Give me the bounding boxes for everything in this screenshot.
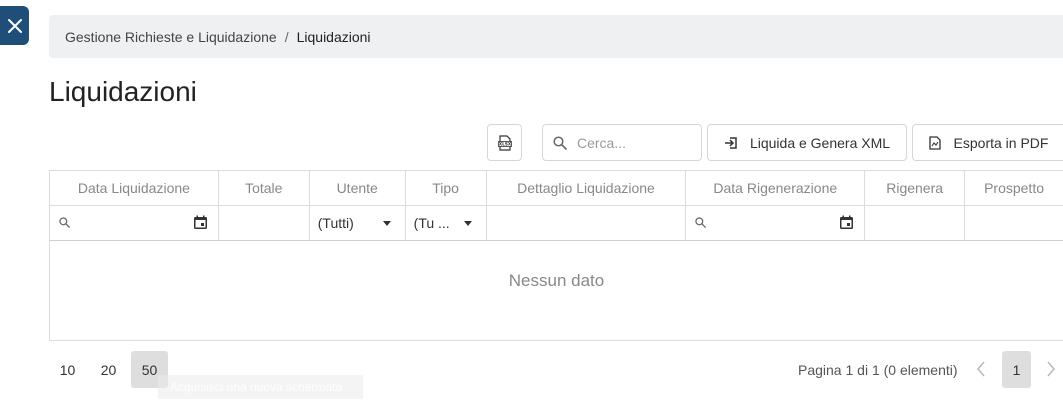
next-page-button[interactable] [1040, 355, 1062, 383]
page-title: Liquidazioni [49, 76, 197, 107]
column-header-utente[interactable]: Utente [310, 171, 406, 205]
chevron-left-icon [976, 361, 985, 377]
column-header-prospetto[interactable]: Prospetto [965, 171, 1063, 205]
pager-info: Pagina 1 di 1 (0 elementi) [798, 362, 958, 378]
filter-totale[interactable] [219, 206, 310, 240]
chevron-down-icon [382, 221, 391, 226]
filter-utente-select[interactable]: (Tutti) [310, 206, 406, 240]
breadcrumb-parent-link[interactable]: Gestione Richieste e Liquidazione [65, 29, 277, 45]
prev-page-button[interactable] [970, 355, 992, 383]
filter-rigenera [865, 206, 966, 240]
close-button[interactable] [0, 6, 29, 45]
column-header-rigenera[interactable]: Rigenera [865, 171, 966, 205]
grid-header-row: Data Liquidazione Totale Utente Tipo Det… [50, 171, 1063, 206]
liquida-button-label: Liquida e Genera XML [749, 134, 891, 151]
column-header-data-liquidazione[interactable]: Data Liquidazione [50, 171, 219, 205]
search-icon [553, 135, 567, 150]
data-grid: Data Liquidazione Totale Utente Tipo Det… [49, 170, 1063, 341]
calendar-icon[interactable] [839, 215, 854, 230]
esporta-button-label: Esporta in PDF [953, 134, 1049, 151]
grid-filter-row: (Tutti) (Tu ... [50, 206, 1063, 241]
chevron-right-icon [1047, 361, 1056, 377]
breadcrumb: Gestione Richieste e Liquidazione / Liqu… [49, 15, 1063, 58]
filter-data-rigenerazione[interactable] [686, 206, 866, 240]
breadcrumb-separator: / [284, 28, 289, 45]
page-button-current[interactable]: 1 [1002, 351, 1031, 388]
filter-data-liquidazione[interactable] [50, 206, 219, 240]
esporta-pdf-button[interactable]: Esporta in PDF [912, 124, 1063, 161]
column-header-data-rigenerazione[interactable]: Data Rigenerazione [686, 171, 866, 205]
column-header-dettaglio-liquidazione[interactable]: Dettaglio Liquidazione [487, 171, 687, 205]
page-size-20[interactable]: 20 [90, 351, 127, 388]
xlsx-file-icon: XLSX [497, 134, 512, 151]
no-data-message: Nessun dato [508, 271, 605, 290]
calendar-icon[interactable] [193, 215, 208, 230]
filter-dettaglio-liquidazione [487, 206, 687, 240]
filter-tipo-value: (Tu ... [413, 215, 450, 231]
filter-prospetto [965, 206, 1063, 240]
filter-tipo-select[interactable]: (Tu ... [406, 206, 487, 240]
page-size-10[interactable]: 10 [49, 351, 86, 388]
export-xlsx-button[interactable]: XLSX [487, 124, 522, 161]
close-icon [7, 18, 22, 33]
screenshot-tooltip: Acquisisci una nuova schermata [158, 375, 363, 399]
breadcrumb-current: Liquidazioni [296, 28, 371, 45]
page-size-selector: 10 20 50 [49, 351, 172, 388]
liquida-genera-xml-button[interactable]: Liquida e Genera XML [707, 124, 907, 161]
column-header-totale[interactable]: Totale [219, 171, 310, 205]
search-placeholder: Cerca... [577, 134, 627, 151]
search-icon [695, 217, 707, 228]
search-icon [59, 217, 70, 228]
login-arrow-icon [724, 136, 737, 149]
svg-text:XLSX: XLSX [498, 141, 511, 146]
pdf-file-icon [928, 135, 941, 150]
column-header-tipo[interactable]: Tipo [406, 171, 487, 205]
chevron-down-icon [463, 221, 472, 226]
filter-utente-value: (Tutti) [317, 215, 354, 231]
search-input[interactable]: Cerca... [542, 124, 702, 161]
